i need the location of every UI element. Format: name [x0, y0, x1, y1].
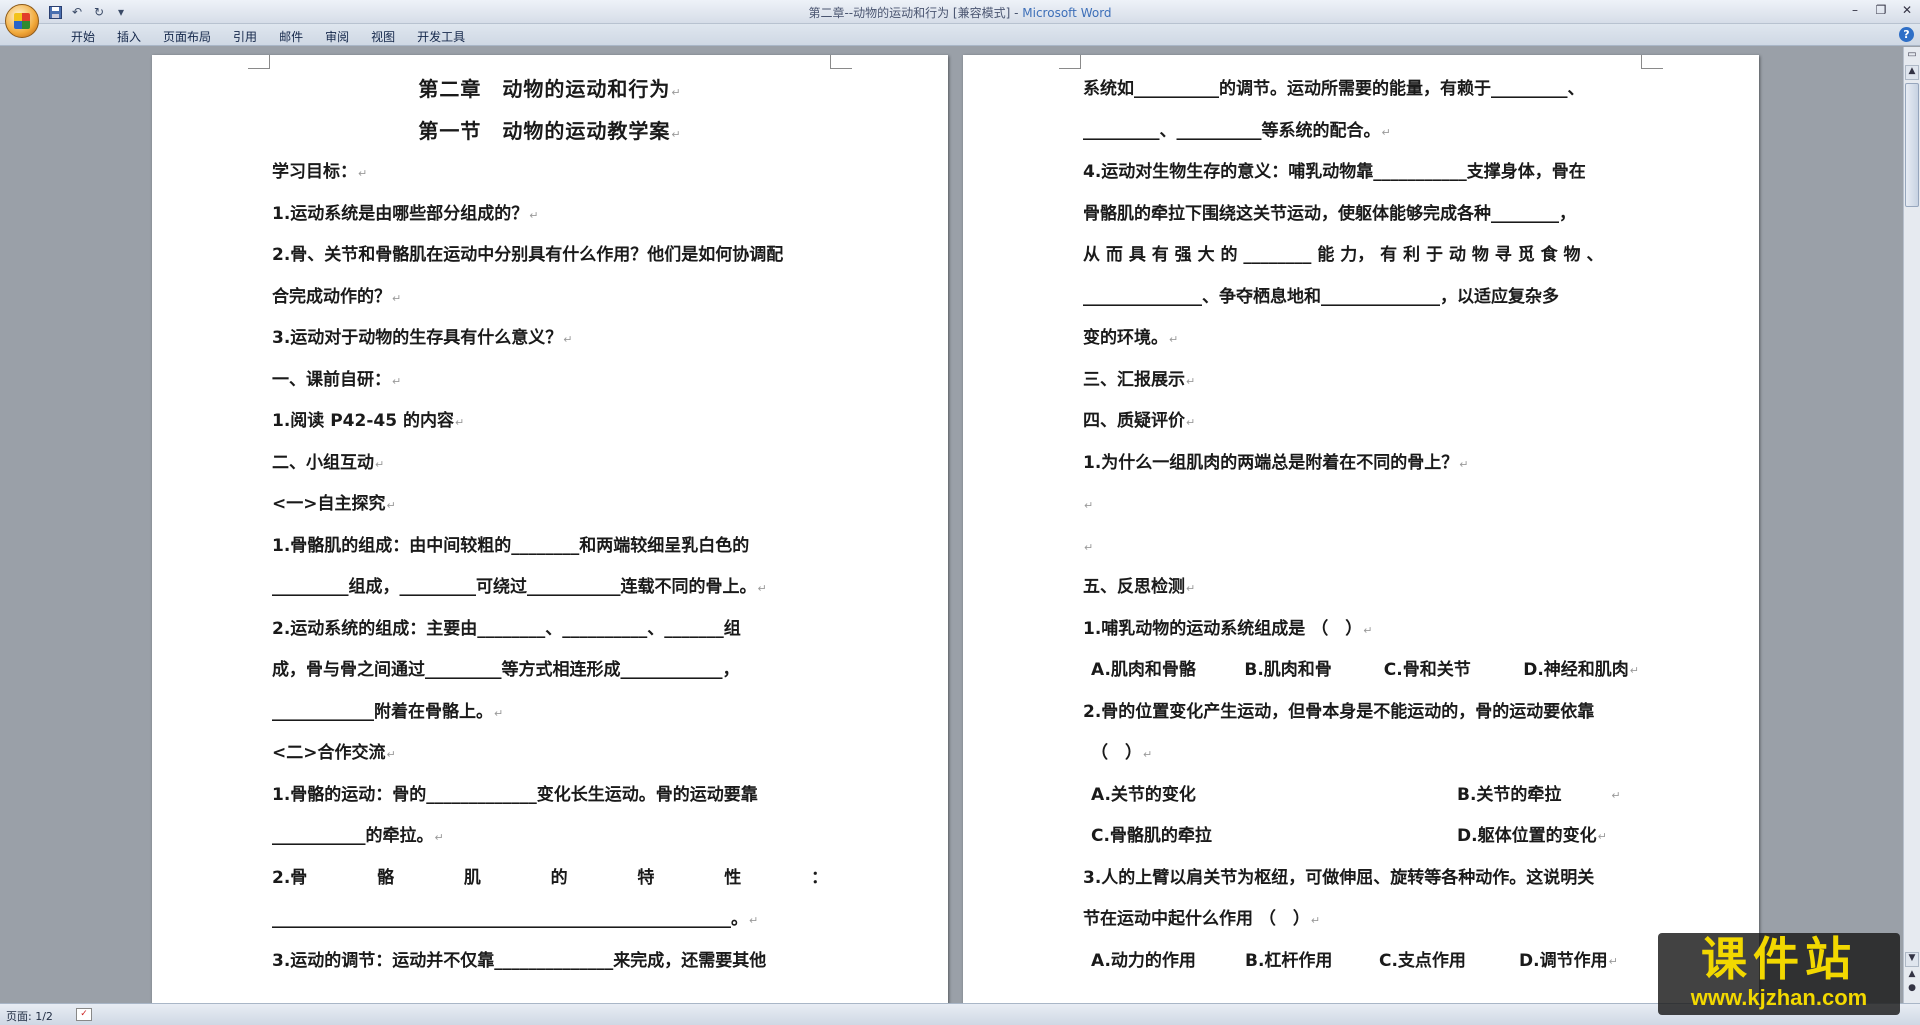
paragraph: ____________附着在骨骼上。↵: [272, 701, 504, 722]
section-heading: 二、小组互动↵: [272, 452, 385, 473]
question: 2.骨的位置变化产生运动，但骨本身是不能运动的，骨的运动要依靠: [1083, 701, 1595, 722]
option: C.支点作用: [1379, 950, 1466, 971]
option: D.躯体位置的变化: [1457, 826, 1597, 846]
paragraph: 合完成动作的？↵: [272, 286, 402, 307]
subsection-heading: <一>自主探究↵: [272, 494, 396, 514]
tab-developer[interactable]: 开发工具: [406, 27, 476, 46]
paragraph: 1.阅读 P42-45 的内容↵: [272, 411, 465, 431]
window-title: 第二章--动物的运动和行为 [兼容模式] - Microsoft Word: [808, 6, 1112, 20]
paragraph: ______________、争夺栖息地和______________，以适应复…: [1083, 286, 1559, 307]
paragraph: 学习目标：↵: [272, 162, 368, 182]
option: A.肌肉和骨骼: [1091, 660, 1196, 680]
paragraph: 1.骨骼的运动：骨的_____________变化长生运动。骨的运动要靠: [272, 784, 758, 805]
previous-page-icon[interactable]: ▲: [1905, 969, 1919, 983]
paragraph: 节在运动中起什么作用 （ ）↵: [1083, 909, 1321, 929]
crop-mark: [830, 55, 852, 69]
section-heading: 五、反思检测↵: [1083, 577, 1196, 597]
restore-icon[interactable]: ❐: [1868, 0, 1894, 20]
option: A.关节的变化: [1091, 784, 1196, 805]
answer-options: C.骨骼肌的牵拉 D.躯体位置的变化 ↵: [1083, 816, 1639, 858]
option: D.神经和肌肉: [1523, 660, 1629, 680]
page-count-status[interactable]: 页面: 1/2: [6, 1008, 53, 1024]
tab-view[interactable]: 视图: [360, 27, 406, 46]
paragraph: 2.运动系统的组成：主要由________、__________、_______…: [272, 618, 741, 639]
paragraph: 2.骨、关节和骨骼肌在运动中分别具有什么作用？他们是如何协调配: [272, 245, 784, 265]
option: B.肌肉和骨: [1244, 660, 1332, 680]
ribbon-tabs: 开始 插入 页面布局 引用 邮件 审阅 视图 开发工具: [60, 27, 476, 46]
watermark-logo: 课件站 www.kjzhan.com: [1658, 933, 1900, 1015]
page-2-text: 系统如__________的调节。运动所需要的能量，有赖于_________、 …: [1083, 69, 1639, 982]
paragraph: 1.骨骼肌的组成：由中间较粗的________和两端较细呈乳白色的: [272, 535, 750, 556]
option: D.调节作用: [1519, 950, 1608, 971]
answer-options: A.肌肉和骨骼 B.肌肉和骨 C.骨和关节 D.神经和肌肉 ↵: [1083, 650, 1639, 692]
minimize-icon[interactable]: –: [1842, 0, 1868, 20]
close-icon[interactable]: ✕: [1894, 0, 1920, 20]
answer-options: A.关节的变化 B.关节的牵拉 ↵: [1083, 775, 1639, 817]
tab-references[interactable]: 引用: [222, 27, 268, 46]
paragraph: 4.运动对生物生存的意义：哺乳动物靠___________支撑身体，骨在: [1083, 162, 1586, 182]
scroll-up-button[interactable]: ▲: [1905, 65, 1919, 80]
section-heading: 四、质疑评价↵: [1083, 411, 1196, 431]
empty-paragraph: ↵: [1084, 540, 1094, 554]
option: C.骨骼肌的牵拉: [1091, 826, 1212, 846]
scroll-down-button[interactable]: ▼: [1905, 952, 1919, 967]
status-bar: 页面: 1/2 ✓: [0, 1003, 1920, 1025]
proofing-icon[interactable]: ✓: [76, 1008, 92, 1021]
paragraph: 3.运动对于动物的生存具有什么意义？↵: [272, 328, 573, 348]
scrollbar-thumb[interactable]: [1905, 83, 1919, 207]
section-heading: 一、课前自研：↵: [272, 369, 402, 390]
watermark-title: 课件站: [1701, 932, 1857, 986]
office-logo-icon: [14, 13, 30, 29]
ribbon-tab-bar: 开始 插入 页面布局 引用 邮件 审阅 视图 开发工具 ?: [0, 24, 1920, 46]
empty-paragraph: ↵: [1084, 499, 1094, 512]
tab-page-layout[interactable]: 页面布局: [152, 27, 222, 46]
office-button[interactable]: [5, 4, 39, 38]
help-icon[interactable]: ?: [1899, 27, 1914, 42]
option: C.骨和关节: [1383, 660, 1471, 680]
tab-home[interactable]: 开始: [60, 27, 106, 46]
question: 1.为什么一组肌肉的两端总是附着在不同的骨上？↵: [1083, 452, 1469, 473]
spaced-paragraph: 2.骨骼肌的特性：: [272, 867, 828, 888]
paragraph: 3.运动的调节：运动并不仅靠______________来完成，还需要其他: [272, 950, 767, 971]
question: 3.人的上臂以肩关节为枢纽，可做伸屈、旋转等各种动作。这说明关: [1083, 867, 1595, 888]
vertical-scrollbar[interactable]: ▭ ▲ ▼ ▲ ●: [1903, 47, 1920, 1003]
document-area[interactable]: 第二章 动物的运动和行为↵ 第一节 动物的运动教学案↵ 学习目标：↵ 1.运动系…: [0, 47, 1903, 1003]
chapter-title: 第二章 动物的运动和行为↵: [418, 77, 682, 101]
paragraph: 1.运动系统是由哪些部分组成的？↵: [272, 203, 539, 224]
ruler-toggle-icon[interactable]: ▭: [1906, 49, 1918, 63]
tab-mailings[interactable]: 邮件: [268, 27, 314, 46]
paragraph: _________、__________等系统的配合。↵: [1083, 120, 1391, 141]
question: 1.哺乳动物的运动系统组成是 （ ）↵: [1083, 618, 1373, 639]
paragraph: 成，骨与骨之间通过_________等方式相连形成____________，: [272, 660, 740, 680]
option: B.关节的牵拉: [1457, 784, 1562, 805]
crop-mark: [1641, 55, 1663, 69]
paragraph: 系统如__________的调节。运动所需要的能量，有赖于_________、: [1083, 79, 1585, 99]
answer-options: A.动力的作用 B.杠杆作用 C.支点作用 D.调节作用 ↵: [1083, 941, 1639, 983]
crop-mark: [1059, 55, 1081, 69]
page-1[interactable]: 第二章 动物的运动和行为↵ 第一节 动物的运动教学案↵ 学习目标：↵ 1.运动系…: [152, 55, 948, 1003]
page-1-text: 第二章 动物的运动和行为↵ 第一节 动物的运动教学案↵ 学习目标：↵ 1.运动系…: [272, 69, 828, 982]
tab-review[interactable]: 审阅: [314, 27, 360, 46]
select-browse-object-icon[interactable]: ●: [1905, 983, 1919, 997]
section-heading: 三、汇报展示↵: [1083, 369, 1196, 390]
paragraph: _________组成，_________可绕过___________连载不同的…: [272, 577, 767, 597]
paragraph: 骨骼肌的牵拉下围绕这关节运动，使躯体能够完成各种________，: [1083, 203, 1576, 224]
paragraph: 变的环境。↵: [1083, 328, 1179, 348]
page-2[interactable]: 系统如__________的调节。运动所需要的能量，有赖于_________、 …: [963, 55, 1759, 1003]
option: A.动力的作用: [1091, 950, 1196, 971]
paragraph: 从 而 具 有 强 大 的 ________ 能 力， 有 利 于 动 物 寻 …: [1083, 245, 1604, 265]
watermark-url: www.kjzhan.com: [1690, 985, 1868, 1010]
crop-mark: [248, 55, 270, 69]
subsection-heading: <二>合作交流↵: [272, 743, 396, 763]
paragraph: ________________________________________…: [272, 909, 759, 929]
paragraph: （ ）↵: [1091, 743, 1153, 763]
section-title: 第一节 动物的运动教学案↵: [418, 118, 682, 143]
window-controls: – ❐ ✕: [1842, 0, 1920, 20]
tab-insert[interactable]: 插入: [106, 27, 152, 46]
option: B.杠杆作用: [1245, 950, 1333, 971]
title-bar: ↶ ↻ ▾ 第二章--动物的运动和行为 [兼容模式] - Microsoft W…: [0, 0, 1920, 38]
paragraph: ___________的牵拉。↵: [272, 826, 444, 846]
